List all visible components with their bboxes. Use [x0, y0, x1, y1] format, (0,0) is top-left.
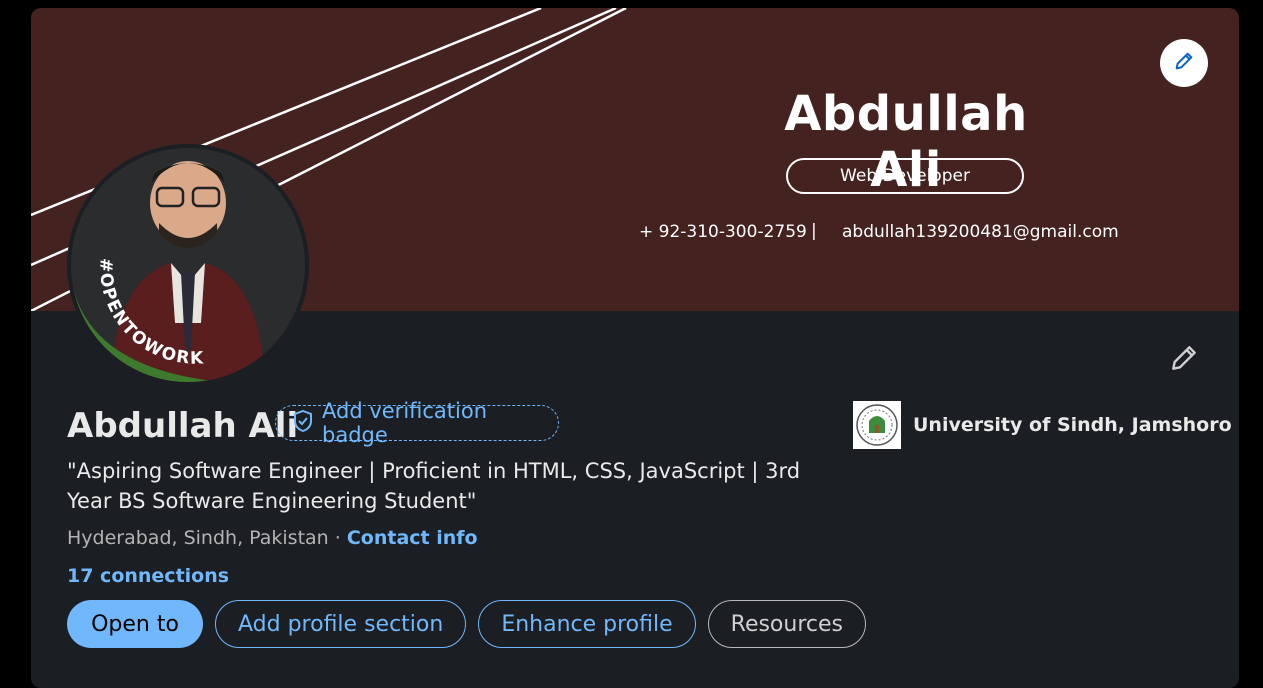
- profile-name: Abdullah Ali: [67, 406, 299, 446]
- university-logo: [853, 401, 901, 449]
- open-to-button[interactable]: Open to: [67, 600, 203, 648]
- edit-intro-button[interactable]: [1165, 341, 1203, 379]
- edit-banner-button[interactable]: [1160, 39, 1208, 87]
- contact-info-link[interactable]: Contact info: [347, 527, 478, 549]
- education-link[interactable]: University of Sindh, Jamshoro: [853, 401, 1232, 449]
- add-verification-badge-button[interactable]: Add verification badge: [275, 399, 559, 447]
- profile-card: Abdullah Ali Web Developer + 92-310-300-…: [31, 8, 1239, 688]
- verification-label: Add verification badge: [322, 399, 488, 447]
- profile-location: Hyderabad, Sindh, Pakistan: [67, 527, 329, 549]
- profile-location-row: Hyderabad, Sindh, Pakistan · Contact inf…: [67, 527, 478, 549]
- profile-photo[interactable]: #OPENTOWORK: [67, 144, 309, 386]
- banner-email: abdullah139200481@gmail.com: [842, 222, 1119, 242]
- pencil-icon: [1173, 50, 1195, 76]
- resources-button[interactable]: Resources: [707, 600, 866, 648]
- pencil-icon: [1168, 342, 1200, 378]
- banner-role-pill: Web Developer: [786, 158, 1024, 194]
- banner-separator: |: [811, 221, 817, 241]
- shield-check-icon: [292, 409, 314, 438]
- avatar: #OPENTOWORK: [71, 148, 305, 382]
- university-name: University of Sindh, Jamshoro: [913, 414, 1232, 436]
- banner-phone: + 92-310-300-2759: [639, 222, 807, 242]
- profile-actions: Open to Add profile section Enhance prof…: [67, 600, 866, 648]
- location-separator: ·: [328, 527, 347, 549]
- add-profile-section-button[interactable]: Add profile section: [215, 600, 467, 648]
- connections-link[interactable]: 17 connections: [67, 565, 229, 587]
- profile-headline: "Aspiring Software Engineer | Proficient…: [67, 459, 801, 513]
- enhance-profile-button[interactable]: Enhance profile: [478, 600, 696, 648]
